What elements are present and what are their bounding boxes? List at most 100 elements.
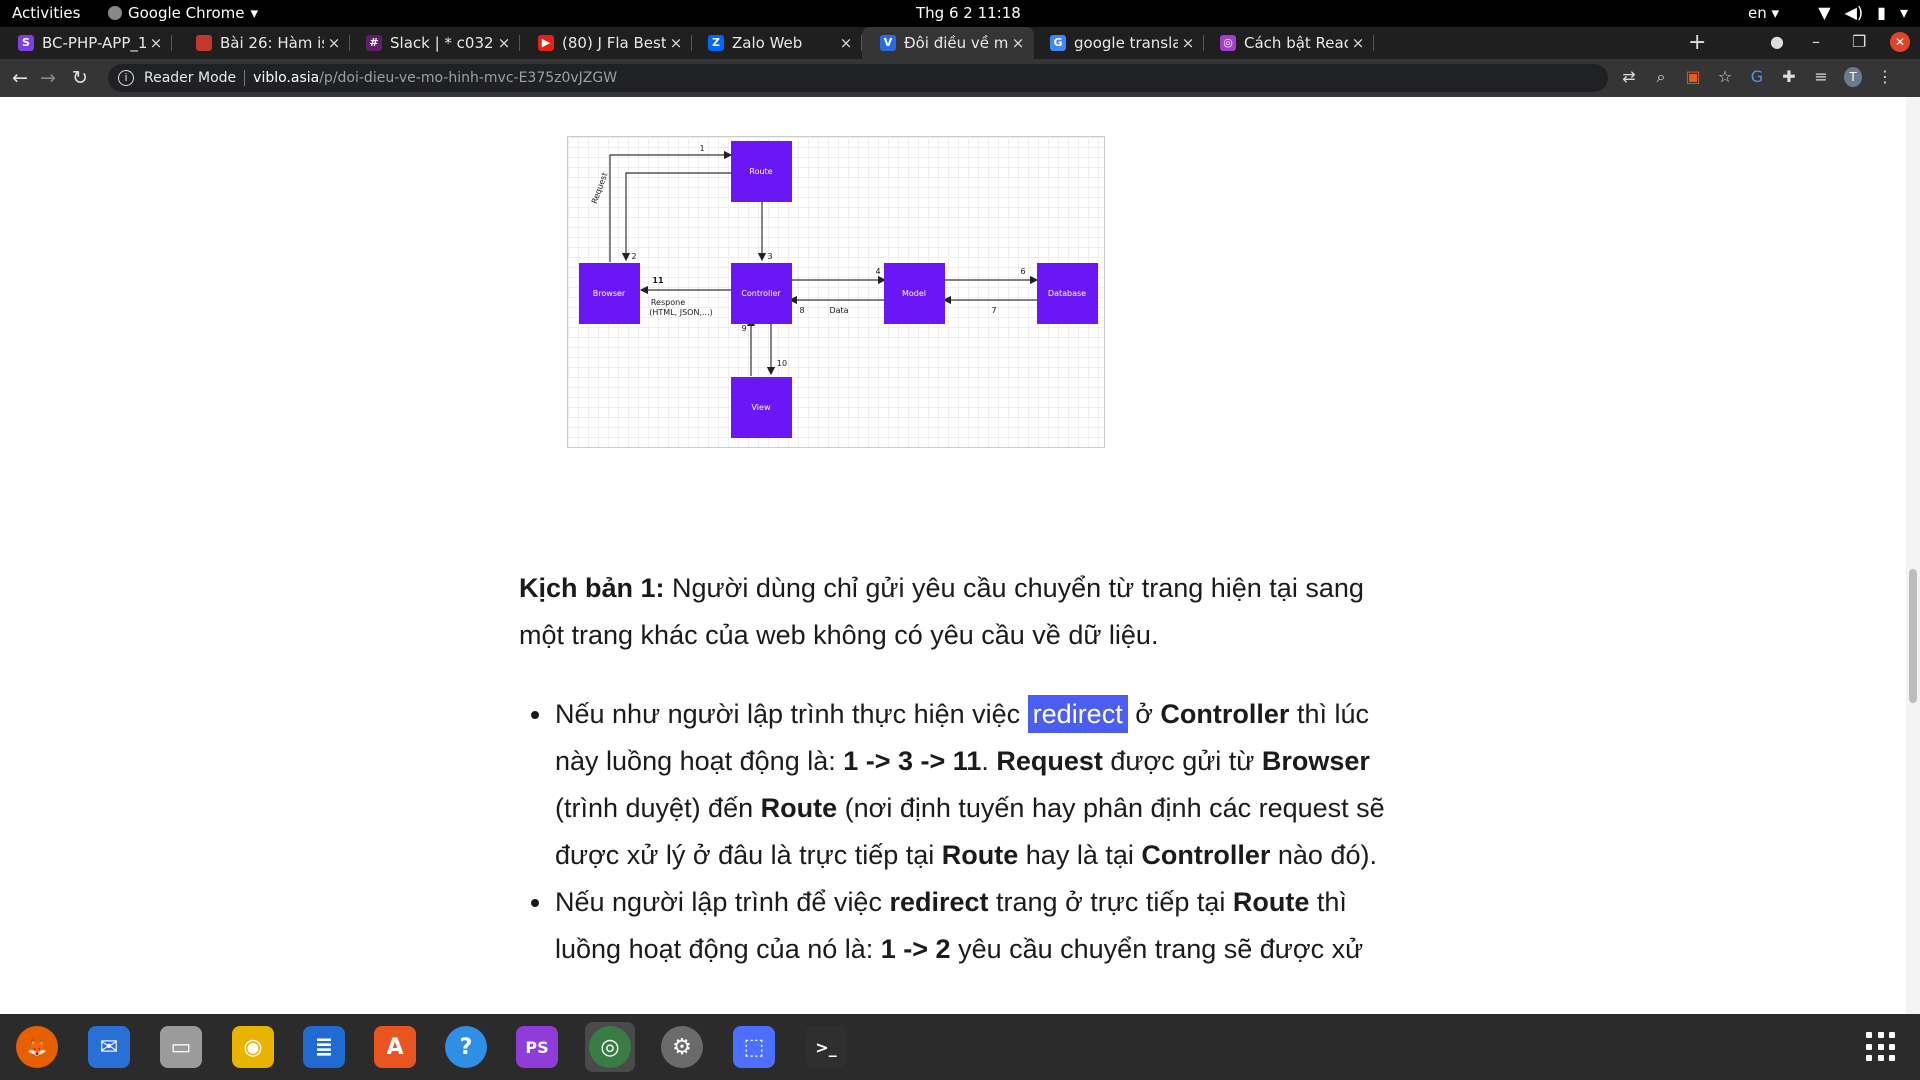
app-menu[interactable]: Google Chrome ▾ [108,4,258,22]
google-translate-extension-icon[interactable]: G [1748,67,1766,87]
extensions-puzzle-icon[interactable]: ✚ [1780,67,1798,87]
arrow-1 [609,150,733,262]
tab-title: google translate - Tìn [1074,34,1178,52]
reader-extension-icon[interactable]: ▣ [1684,67,1702,87]
browser-tab[interactable]: # Slack | * c0321g1 | Co× [348,27,520,59]
label-n6: 6 [1020,267,1025,276]
browser-tab[interactable]: ▶ (80) J Fla Best cov× [520,27,692,59]
page-scrollbar[interactable] [1906,97,1920,1014]
dock-glyph: >_ [805,1026,847,1068]
browser-tab[interactable]: V Đôi điều về mô hình× [862,27,1034,59]
libreoffice-writer-icon[interactable]: ≣ [299,1022,349,1072]
firefox-icon[interactable]: 🦊 [12,1022,62,1072]
zoom-icon[interactable]: ⌕ [1652,67,1670,87]
tab-close-icon[interactable]: × [494,34,514,52]
help-icon[interactable]: ? [441,1022,491,1072]
tab-close-icon[interactable]: × [1008,34,1028,52]
selected-text[interactable]: redirect [1027,695,1128,733]
label-n7: 7 [991,306,996,315]
label-browser: Browser [593,289,626,298]
browser-tab[interactable]: S BC-PHP-APP_1_2.1: [T× [0,27,172,59]
activities-button[interactable]: Activities [12,4,80,22]
tab-favicon-icon: ◎ [1220,35,1236,51]
tab-close-icon[interactable]: × [836,34,856,52]
phpstorm-icon[interactable]: PS [512,1022,562,1072]
restore-icon[interactable]: ❐ [1852,32,1866,51]
list-item: Nếu người lập trình để việc redirect tra… [531,879,1385,973]
text: (trình duyệt) đến [555,793,761,823]
close-window-icon[interactable]: ✕ [1890,32,1910,52]
address-bar[interactable]: i Reader Mode viblo.asia/p/doi-dieu-ve-m… [108,64,1608,92]
label-n1: 1 [699,144,704,153]
bold-text: Request [996,746,1103,776]
battery-icon: ▮ [1877,3,1886,22]
tab-close-icon[interactable]: × [1348,34,1368,52]
media-queue-icon[interactable]: ≡ [1812,67,1830,87]
volume-icon: ◀) [1844,3,1864,22]
bold-text: 1 -> 3 -> 11 [843,746,982,776]
profile-avatar[interactable]: T [1844,67,1862,87]
label-respone-sub: (HTML, JSON,...) [649,308,712,317]
chrome-icon[interactable]: ◎ [585,1022,635,1072]
info-icon[interactable]: i [118,70,134,86]
tab-close-icon[interactable]: × [324,34,344,52]
translate-icon[interactable]: ⇄ [1620,67,1638,87]
tab-title: Đôi điều về mô hình [904,34,1008,52]
rhythmbox-icon[interactable]: ◉ [228,1022,278,1072]
label-n9: 9 [741,324,746,333]
tab-close-icon[interactable]: × [1178,34,1198,52]
label-n3: 3 [767,252,772,261]
minimize-icon[interactable]: – [1812,32,1820,51]
tab-title: (80) J Fla Best cov [562,34,666,52]
scrollbar-thumb[interactable] [1909,569,1917,703]
system-tray[interactable]: ▼ ◀) ▮ ▾ [1818,3,1908,22]
dock-glyph: ▭ [160,1026,202,1068]
text: . [981,746,997,776]
browser-tab[interactable]: Z Zalo Web × [690,27,862,59]
back-arrow-icon[interactable]: ← [12,67,28,89]
browser-tab[interactable]: ◎ Cách bật Reading Mo× [1202,27,1374,59]
clock[interactable]: Thg 6 2 11:18 [916,4,1021,22]
tab-title: BC-PHP-APP_1_2.1: [T [42,34,146,52]
browser-toolbar: ← → ↻ i Reader Mode viblo.asia/p/doi-die… [0,59,1920,97]
reload-icon[interactable]: ↻ [72,67,88,89]
thunderbird-icon[interactable]: ✉ [84,1022,134,1072]
terminal-icon[interactable]: >_ [801,1022,851,1072]
label-view: View [752,403,771,412]
dock-glyph: ⬚ [733,1026,775,1068]
screenshot-icon[interactable]: ⬚ [729,1022,779,1072]
label-controller: Controller [741,289,781,298]
forward-arrow-icon[interactable]: → [40,67,56,89]
settings-icon[interactable]: ⚙ [657,1022,707,1072]
files-icon[interactable]: ▭ [156,1022,206,1072]
bookmark-star-icon[interactable]: ☆ [1716,67,1734,87]
new-tab-plus-icon[interactable]: + [1688,30,1706,55]
bold-text: Route [1232,887,1310,917]
text: được gửi từ [1102,746,1262,776]
tab-search-icon[interactable]: ● [1770,32,1784,51]
url-host: viblo.asia [253,70,320,86]
software-center-icon[interactable]: A [370,1022,420,1072]
show-applications-icon[interactable] [1866,1032,1896,1062]
bold-text: Controller [1141,840,1271,870]
label-n2: 2 [631,252,636,261]
dock-glyph: ◉ [232,1026,274,1068]
tab-close-icon[interactable]: × [666,34,686,52]
reader-mode-label[interactable]: Reader Mode [144,70,236,86]
tab-close-icon[interactable]: × [146,34,166,52]
text: nào đó). [1270,840,1377,870]
label-model: Model [902,289,926,298]
toolbar-icons: ⇄ ⌕ ▣ ☆ G ✚ ≡ T ⋮ [1620,67,1894,87]
scenario-title: Kịch bản 1: [519,573,665,603]
tab-favicon-icon: Z [708,35,724,51]
tab-title: Zalo Web [732,34,803,52]
browser-tab[interactable]: Ggoogle translate - Tìn× [1032,27,1204,59]
text: Nếu người lập trình để việc [555,887,890,917]
menu-kebab-icon[interactable]: ⋮ [1876,67,1894,87]
browser-tab[interactable]: Bài 26: Hàm isset() và× [178,27,350,59]
input-language[interactable]: en ▾ [1748,4,1779,22]
tab-strip: SBC-PHP-APP_1_2.1: [T×Bài 26: Hàm isset(… [0,27,1920,59]
tab-favicon-icon: G [1050,35,1066,51]
label-data: Data [829,306,848,315]
label-n10: 10 [777,359,787,368]
